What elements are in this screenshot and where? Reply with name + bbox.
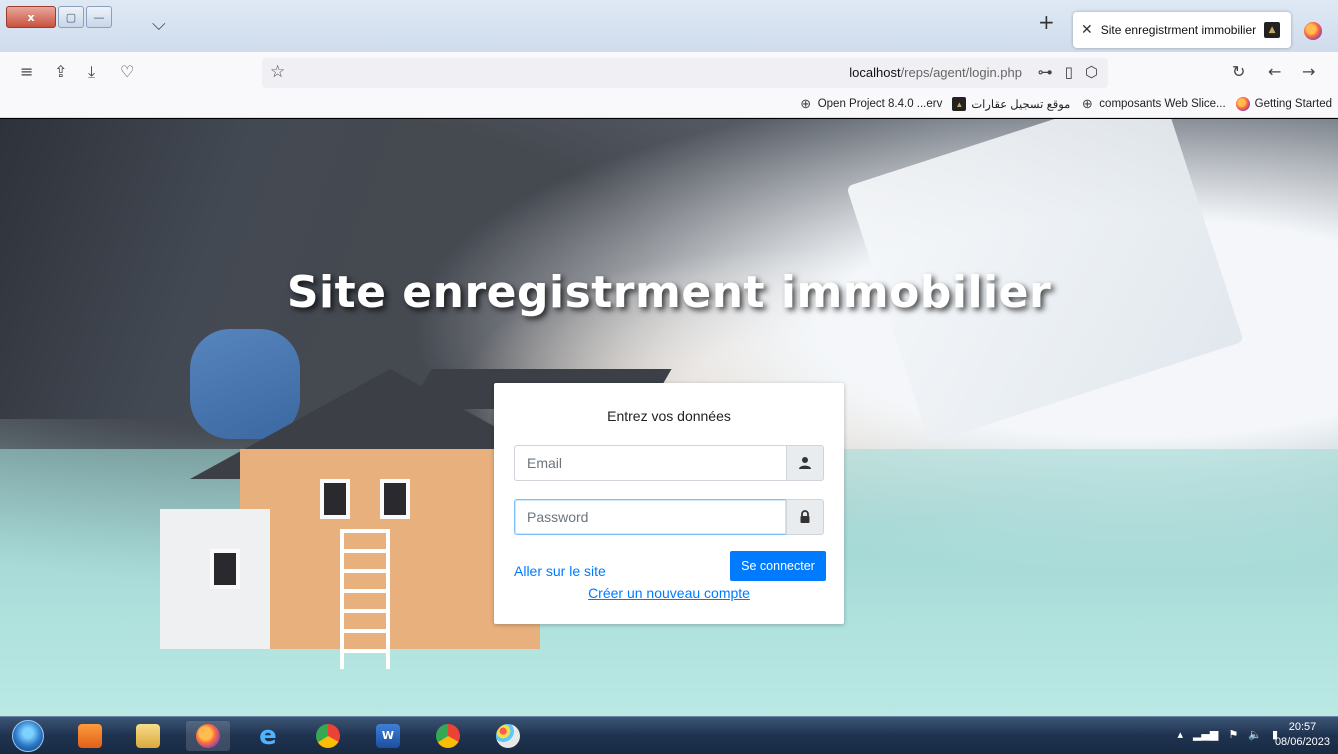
show-hidden-icons-icon[interactable]: ▴ — [1177, 728, 1183, 741]
lock-icon — [786, 499, 824, 535]
word-icon[interactable]: W — [366, 721, 410, 751]
house-favicon-icon: ▲ — [952, 97, 967, 111]
house-window — [210, 549, 240, 589]
window-minimize-button[interactable]: — — [86, 6, 112, 28]
forward-icon[interactable]: → — [1302, 62, 1315, 82]
house-favicon-icon: ▲ — [1264, 22, 1281, 38]
tab-close-icon[interactable]: ✕ — [1081, 22, 1093, 38]
login-button[interactable]: Se connecter — [730, 551, 826, 581]
start-button[interactable] — [12, 720, 44, 752]
firefox-menu-icon[interactable] — [1304, 22, 1322, 40]
download-icon[interactable]: ⤓ — [88, 62, 95, 82]
menu-icon[interactable]: ≡ — [20, 62, 33, 82]
action-center-flag-icon[interactable]: ⚑ — [1228, 728, 1238, 741]
internet-explorer-icon[interactable]: e — [246, 721, 290, 751]
bookmark-getting-started[interactable]: Getting Started — [1235, 97, 1332, 111]
paint-icon[interactable] — [486, 721, 530, 751]
bookmark-label: موقع تسجيل عقارات — [971, 99, 1071, 111]
password-input[interactable] — [514, 499, 786, 535]
tab-title: Site enregistrment immobilier — [1100, 23, 1257, 37]
tab-active[interactable]: ✕ Site enregistrment immobilier ▲ — [1073, 12, 1291, 48]
login-form: Entrez vos données Aller sur le site Se … — [494, 383, 844, 624]
bookmark-real-estate[interactable]: ▲ موقع تسجيل عقارات — [952, 97, 1070, 111]
bookmarks-bar: Getting Started ⊕ composants Web Slice..… — [0, 94, 1338, 118]
clock-time: 20:57 — [1288, 721, 1317, 733]
email-input-group — [514, 445, 824, 481]
share-icon[interactable]: ⇪ — [54, 62, 67, 82]
url-host: localhost — [849, 65, 901, 80]
house-trellis — [340, 529, 390, 669]
user-icon — [786, 445, 824, 481]
firefox-taskbar-icon[interactable] — [186, 721, 230, 751]
reader-view-icon[interactable]: ▯ — [1065, 63, 1073, 81]
url-path: /reps/agent/login.php — [900, 65, 1022, 80]
taskbar: e W ▴ ▂▄▆ ⚑ 🔈 ▮ 20:57 08/06/2023 — [0, 716, 1338, 754]
bookmark-open-project[interactable]: ⊕ Open Project 8.4.0 ...erv — [799, 96, 943, 111]
window-restore-button[interactable]: ▢ — [58, 6, 84, 28]
browser-nav-bar: ≡ ⇪ ⤓ ♡ ☆ localhost/reps/agent/login.php… — [0, 52, 1338, 94]
page-background: Site enregistrment immobilier Entrez vos… — [0, 119, 1338, 716]
file-explorer-icon[interactable] — [126, 721, 170, 751]
system-tray: ▴ ▂▄▆ ⚑ 🔈 ▮ — [1177, 728, 1278, 741]
house-window — [380, 479, 410, 519]
create-account-link[interactable]: Créer un nouveau compte — [494, 585, 844, 601]
bookmark-star-icon[interactable]: ☆ — [270, 62, 285, 82]
bookmark-label: composants Web Slice... — [1099, 98, 1226, 110]
clock[interactable]: 20:57 08/06/2023 — [1275, 720, 1330, 750]
window-controls: x ▢ — — [6, 6, 112, 28]
pocket-icon[interactable]: ♡ — [120, 62, 134, 82]
login-heading: Entrez vos données — [607, 408, 731, 424]
shield-icon[interactable]: ⬡ — [1085, 63, 1098, 81]
globe-icon: ⊕ — [1081, 96, 1093, 111]
globe-icon: ⊕ — [800, 96, 812, 111]
bookmark-label: Open Project 8.4.0 ...erv — [817, 98, 943, 110]
tab-list-chevron-icon[interactable]: ⌵ — [152, 14, 166, 35]
bookmark-label: Getting Started — [1254, 98, 1332, 110]
window-close-button[interactable]: x — [6, 6, 56, 28]
url-text[interactable]: localhost/reps/agent/login.php — [849, 65, 1022, 80]
signal-icon[interactable]: ▂▄▆ — [1193, 728, 1218, 741]
go-to-site-link[interactable]: Aller sur le site — [514, 563, 606, 579]
browser-tab-bar: x ▢ — ⌵ + ✕ Site enregistrment immobilie… — [0, 0, 1338, 52]
new-tab-button[interactable]: + — [1038, 12, 1055, 32]
chrome-icon[interactable] — [306, 721, 350, 751]
bookmark-web-slice[interactable]: ⊕ composants Web Slice... — [1080, 96, 1226, 111]
media-player-icon[interactable] — [68, 721, 112, 751]
chrome-alt-icon[interactable] — [426, 721, 470, 751]
page-title: Site enregistrment immobilier — [286, 267, 1052, 318]
firefox-icon — [1235, 97, 1250, 111]
key-icon[interactable]: ⊶ — [1038, 63, 1053, 81]
url-bar[interactable]: ☆ localhost/reps/agent/login.php ⊶ ▯ ⬡ — [262, 58, 1108, 88]
house-window — [320, 479, 350, 519]
password-input-group — [514, 499, 824, 535]
volume-icon[interactable]: 🔈 — [1248, 728, 1262, 741]
email-input[interactable] — [514, 445, 786, 481]
back-icon[interactable]: ← — [1268, 62, 1281, 82]
clock-date: 08/06/2023 — [1274, 736, 1330, 748]
reload-icon[interactable]: ↻ — [1232, 62, 1245, 82]
